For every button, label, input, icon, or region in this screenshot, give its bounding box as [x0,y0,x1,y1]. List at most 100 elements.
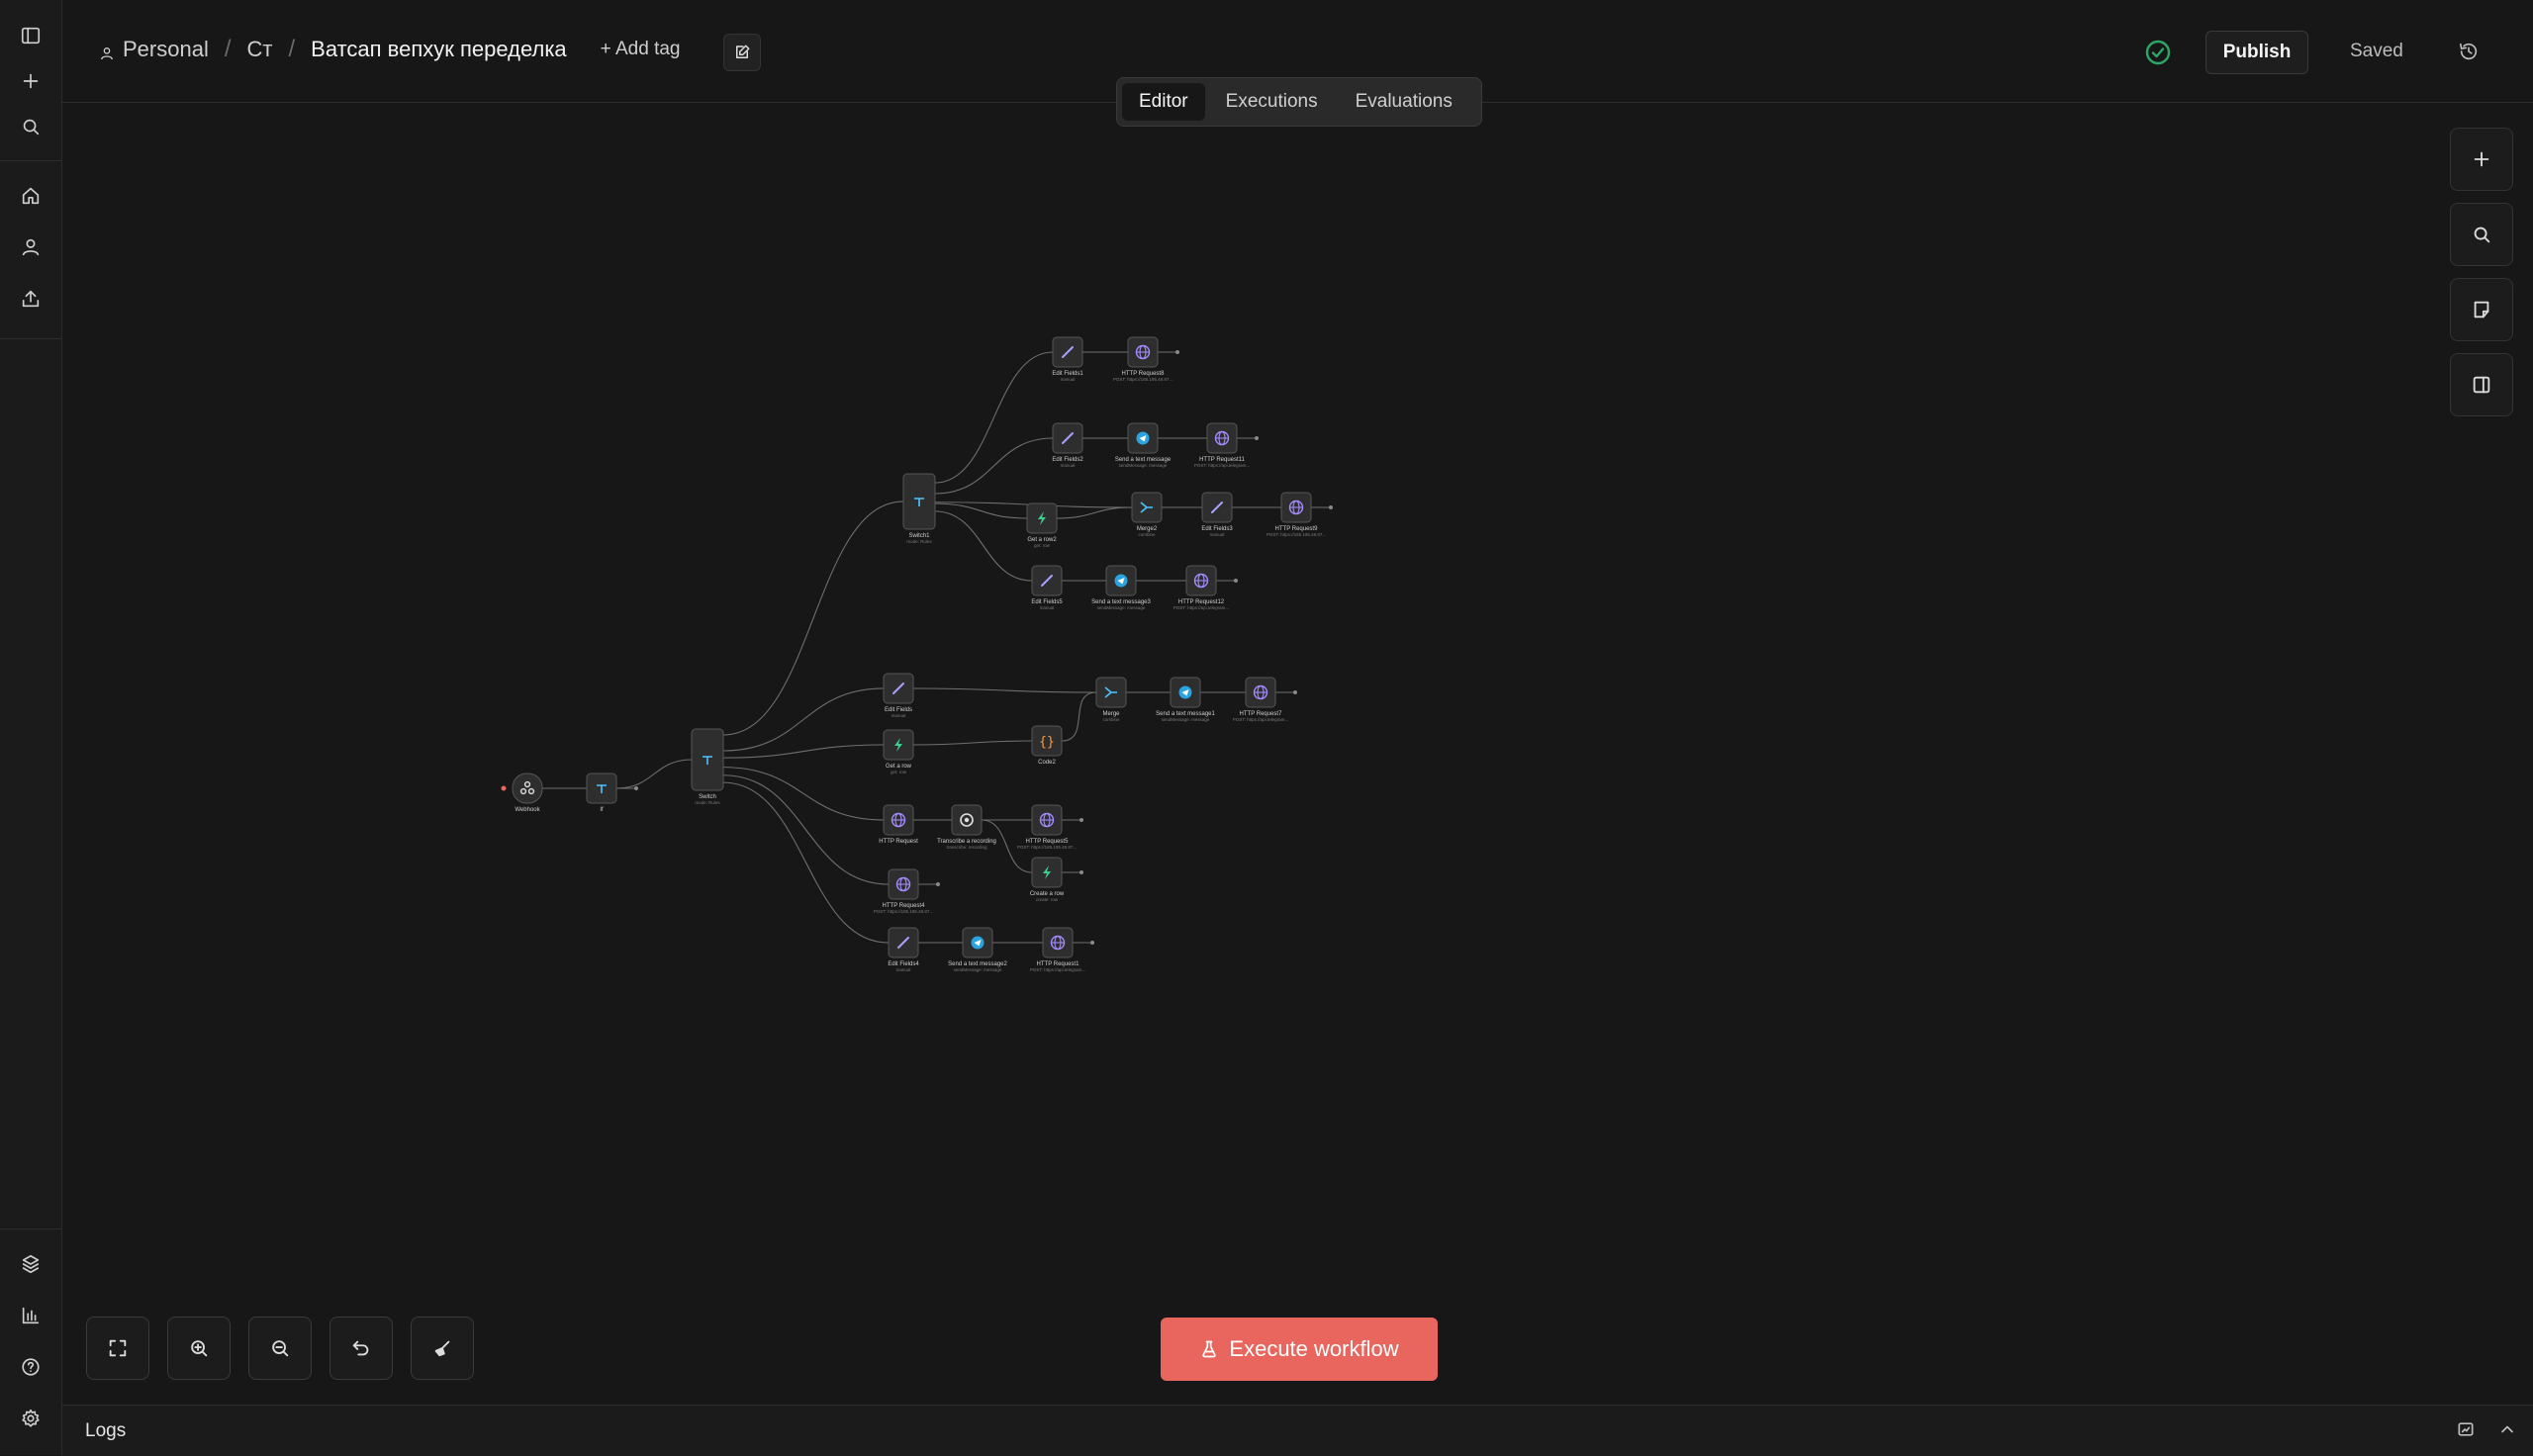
node-http-req1[interactable]: HTTP Request1POST: https://api.telegram.… [1030,927,1085,972]
zoom-out-button[interactable] [248,1317,312,1380]
node-http-req4[interactable]: HTTP Request4POST: https://185.195.48.87… [874,868,933,914]
code-icon: {} [1039,735,1055,750]
add-node-button[interactable] [2450,128,2513,191]
node-code2[interactable]: {} Code2 [1031,725,1063,766]
node-transcribe[interactable]: Transcribe a recordingtranscribe: record… [937,804,996,850]
publish-button[interactable]: Publish [2205,31,2308,74]
add-tag-button[interactable]: + Add tag [601,39,681,60]
chevron-up-icon[interactable] [2497,1419,2519,1441]
node-send-text3[interactable]: Send a text message3sendMessage: message [1091,565,1152,610]
status-ok-icon [2144,39,2172,66]
output-handle[interactable] [1255,436,1259,440]
execute-workflow-button[interactable]: Execute workflow [1161,1318,1438,1381]
sidebar-divider [0,338,61,339]
output-handle[interactable] [1175,350,1179,354]
node-edit-fields1[interactable]: Edit Fields1manual [1052,336,1083,382]
node-subtitle: mode: Rules [695,800,720,805]
output-handle[interactable] [1090,941,1094,945]
workflow-canvas[interactable]: Webhook If Switch mode: Rules Switch1 mode: R… [62,103,2533,1405]
save-status: Saved [2350,41,2403,61]
node-send-text1[interactable]: Send a text message1sendMessage: message [1156,677,1216,722]
search-nodes-button[interactable] [2450,203,2513,266]
node-subtitle: POST: https://api.telegram... [1030,967,1085,972]
node-switch1[interactable]: Switch1mode: Rules [902,473,936,544]
history-icon[interactable] [2455,38,2483,65]
breadcrumb-separator: / [288,36,296,62]
node-http-req7[interactable]: HTTP Request7POST: https://api.telegram.… [1233,677,1288,722]
share-icon[interactable] [14,282,47,316]
node-http-req9[interactable]: HTTP Request9POST: https://185.195.48.87… [1266,492,1326,537]
breadcrumb-folder[interactable]: Ст [247,37,273,62]
node-webhook[interactable]: Webhook [512,773,543,813]
settings-icon[interactable] [14,1402,47,1435]
output-handle[interactable] [1234,579,1238,583]
node-http-req[interactable]: HTTP Request [879,804,918,845]
node-http-req11[interactable]: HTTP Request11POST: https://api.telegram… [1194,422,1250,468]
node-get-row[interactable]: Get a rowget: row [883,729,914,774]
plus-icon[interactable] [14,64,47,98]
templates-icon[interactable] [14,1247,47,1281]
fit-view-button[interactable] [86,1317,149,1380]
trigger-marker [501,785,507,791]
node-subtitle: sendMessage: message [1097,605,1146,610]
logs-panel[interactable]: Logs [62,1405,2533,1456]
telegram-icon [1136,431,1150,445]
node-http-req12[interactable]: HTTP Request12POST: https://api.telegram… [1173,565,1229,610]
svg-text:{}: {} [1039,735,1055,750]
node-label: Code2 [1038,760,1056,766]
logs-title: Logs [85,1420,127,1441]
node-subtitle: manual [1040,605,1055,610]
node-subtitle: manual [896,967,911,972]
node-subtitle: sendMessage: message [1119,463,1168,468]
connection [934,351,1054,484]
help-icon[interactable] [14,1350,47,1384]
breadcrumb-separator: / [224,36,232,62]
insights-icon[interactable] [14,1299,47,1332]
output-handle[interactable] [936,882,940,886]
node-edit-fields4[interactable]: Edit Fields4manual [888,927,919,972]
output-handle[interactable] [1079,818,1083,822]
node-http-req8[interactable]: HTTP Request8POST: https://185.195.48.87… [1113,336,1173,382]
zoom-in-button[interactable] [167,1317,231,1380]
node-edit-fields3[interactable]: Edit Fields3manual [1201,492,1233,537]
node-send-text2[interactable]: Send a text message2sendMessage: message [948,927,1008,972]
node-send-text[interactable]: Send a text messagesendMessage: message [1115,422,1172,468]
node-subtitle: POST: https://185.195.48.87... [1113,377,1173,382]
toggle-panel-button[interactable] [2450,353,2513,416]
tidy-up-button[interactable] [411,1317,474,1380]
output-handle[interactable] [1293,690,1297,694]
user-icon[interactable] [14,230,47,264]
home-icon[interactable] [14,179,47,213]
sidebar-divider [0,1228,61,1229]
node-get-row2[interactable]: Get a row2get: row [1026,502,1058,548]
sticky-note-button[interactable] [2450,278,2513,341]
search-icon[interactable] [14,110,47,143]
sticky-note-icon [2474,301,2489,318]
node-edit-fields5[interactable]: Edit Fields5manual [1031,565,1063,610]
node-subtitle: POST: https://api.telegram... [1233,717,1288,722]
plus-icon [2474,151,2489,167]
left-sidebar [0,0,62,1455]
pop-out-icon[interactable] [2456,1419,2478,1441]
node-edit-fields2[interactable]: Edit Fields2manual [1052,422,1083,468]
breadcrumb-project[interactable]: Personal [123,37,209,62]
output-handle[interactable] [1329,505,1333,509]
telegram-icon [1114,574,1128,588]
node-merge2[interactable]: Merge2combine [1131,492,1163,537]
zoom-in-icon [191,1340,208,1357]
panel-toggle-icon[interactable] [14,19,47,52]
connection [722,744,885,759]
node-http-req5[interactable]: HTTP Request5POST: https://185.195.48.87… [1017,804,1077,850]
node-subtitle: get: row [891,770,907,774]
node-edit-fields[interactable]: Edit Fieldsmanual [883,673,914,718]
undo-button[interactable] [329,1317,393,1380]
node-if[interactable]: If [586,773,617,813]
connection [722,500,904,736]
workflow-name[interactable]: Ватсап вепхук переделка [311,37,567,62]
output-handle[interactable] [634,786,638,790]
node-merge[interactable]: Mergecombine [1095,677,1127,722]
node-switch[interactable]: Switchmode: Rules [691,728,724,805]
node-create-row[interactable]: Create a rowcreate: row [1030,857,1065,902]
output-handle[interactable] [1079,870,1083,874]
edit-description-button[interactable] [723,34,761,71]
